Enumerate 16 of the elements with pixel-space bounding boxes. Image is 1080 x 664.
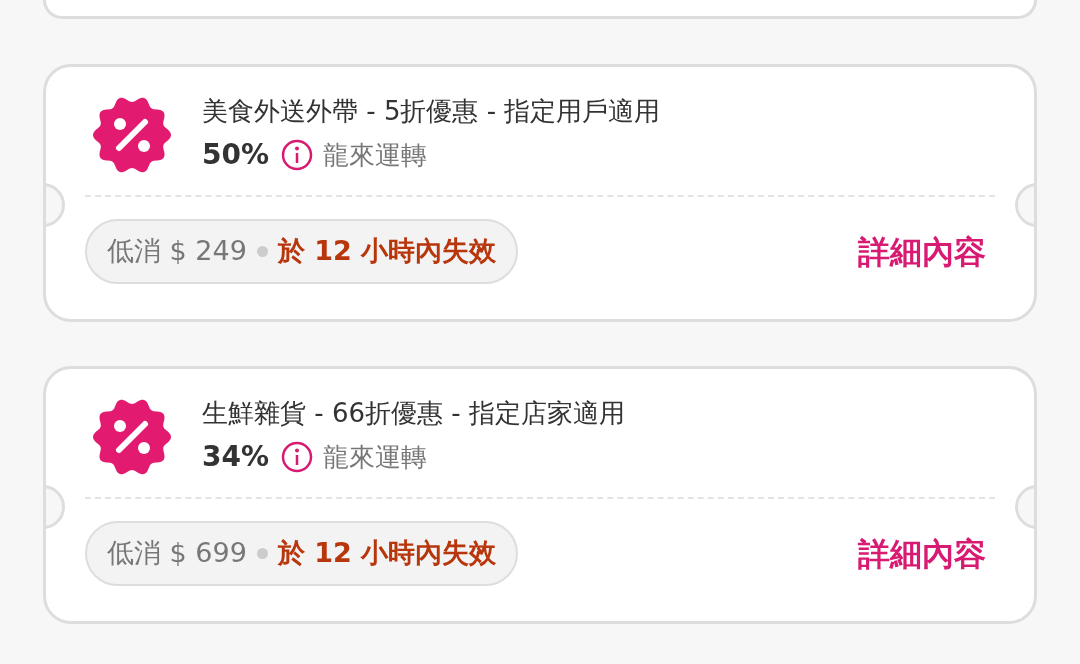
coupon-title: 美食外送外帶 - 5折優惠 - 指定用戶適用: [202, 95, 661, 128]
discount-percent: 34%: [202, 439, 270, 475]
merchant-name: 龍來運轉: [323, 139, 428, 172]
expiry-text: 於 12 小時內失效: [277, 234, 497, 269]
coupon-title: 生鮮雜貨 - 66折優惠 - 指定店家適用: [202, 397, 625, 430]
info-icon[interactable]: [281, 441, 314, 473]
minimum-spend: 低消 $ 699: [107, 536, 247, 571]
expiry-text: 於 12 小時內失效: [277, 536, 497, 571]
minimum-spend: 低消 $ 249: [107, 234, 247, 269]
details-link[interactable]: 詳細內容: [858, 227, 986, 276]
merchant-name: 龍來運轉: [323, 441, 428, 474]
discount-badge-icon: [92, 95, 172, 175]
info-icon[interactable]: [281, 139, 314, 171]
discount-badge-icon: [92, 397, 172, 477]
discount-percent: 50%: [202, 137, 270, 173]
details-link[interactable]: 詳細內容: [858, 529, 986, 578]
